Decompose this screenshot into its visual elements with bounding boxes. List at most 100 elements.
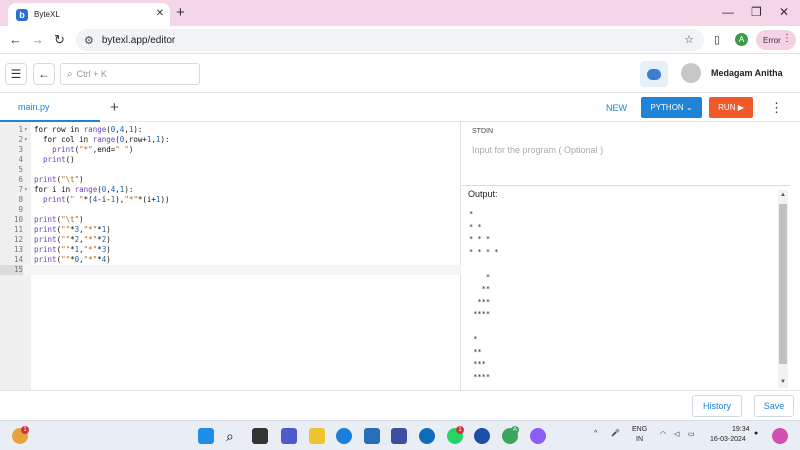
volume-icon[interactable]: ◁ [674, 430, 679, 438]
code-text[interactable]: print("\t") [34, 175, 84, 185]
code-line[interactable]: 4 print() [0, 155, 461, 165]
whatsapp-badge: 1 [456, 426, 464, 434]
output-text: * * * * * * * * * * * ** *** **** * ** *… [469, 210, 499, 381]
error-label: Error [763, 35, 781, 45]
start-icon[interactable] [198, 428, 214, 444]
code-text[interactable]: for row in range(0,4,1): [34, 125, 142, 135]
code-line[interactable]: 5 [0, 165, 461, 175]
code-editor[interactable]: 1 ▾ for row in range(0,4,1): 2 ▾ for col in … [0, 122, 461, 390]
profile-avatar-icon[interactable]: A [735, 33, 748, 46]
new-button[interactable]: NEW [606, 103, 627, 113]
tray-chevron-icon[interactable]: ^ [594, 430, 597, 437]
line-number: 8 [18, 195, 23, 204]
lang-bottom[interactable]: IN [636, 436, 643, 443]
chat-icon[interactable] [640, 61, 668, 87]
code-line[interactable]: 11 print(""*3,"*"*1) [0, 225, 461, 235]
scrollbar-thumb[interactable] [779, 204, 787, 364]
chrome-profile-icon[interactable] [530, 428, 546, 444]
battery-icon[interactable]: ▭ [688, 430, 695, 438]
line-number: 7 [18, 185, 23, 194]
error-pill[interactable]: Error ⋮ [756, 30, 796, 50]
restore-icon[interactable]: ❐ [751, 5, 762, 19]
search-taskbar-icon[interactable]: ⌕ [226, 428, 242, 444]
url-field[interactable]: ⚙ bytexl.app/editor ☆ [76, 29, 704, 51]
user-avatar[interactable] [681, 63, 701, 83]
clock-time[interactable]: 19:34 [732, 426, 750, 433]
tab-title: ByteXL [34, 10, 60, 19]
chrome-badge: A [511, 426, 519, 434]
stdin-input[interactable]: Input for the program ( Optional ) [472, 145, 603, 155]
forward-arrow-icon[interactable]: → [31, 32, 44, 47]
search-input[interactable]: ⌕ Ctrl + K [60, 63, 200, 85]
wifi-icon[interactable]: ◠ [660, 430, 666, 438]
scroll-down-icon[interactable]: ▼ [780, 379, 786, 385]
code-line[interactable]: 6 print("\t") [0, 175, 461, 185]
task-view-icon[interactable] [252, 428, 268, 444]
side-panel-icon[interactable]: ▯ [714, 33, 720, 46]
code-line[interactable]: 8 print(" "*(4-i-1),"*"*(i+1)) [0, 195, 461, 205]
minimize-icon[interactable]: — [722, 5, 734, 19]
microphone-icon[interactable]: 🎤 [611, 429, 620, 437]
add-file-button[interactable]: + [110, 99, 119, 116]
run-button[interactable]: RUN ▶ [709, 97, 753, 118]
code-text[interactable]: print(""*0,"*"*4) [34, 255, 111, 265]
code-line[interactable]: 15 [0, 265, 461, 275]
app-icon[interactable] [391, 428, 407, 444]
browser-tab[interactable]: b ByteXL ✕ [8, 3, 170, 26]
file-tab-main[interactable]: main.py [0, 93, 100, 122]
code-line[interactable]: 9 [0, 205, 461, 215]
code-line[interactable]: 3 print("*",end=" ") [0, 145, 461, 155]
line-number: 14 [13, 255, 23, 264]
bookmark-star-icon[interactable]: ☆ [684, 33, 694, 46]
code-text[interactable]: for i in range(0,4,1): [34, 185, 133, 195]
code-text[interactable]: print("\t") [34, 215, 84, 225]
lang-top[interactable]: ENG [632, 426, 647, 433]
clock-date[interactable]: 16-03-2024 [710, 436, 746, 443]
code-text[interactable]: print(" "*(4-i-1),"*"*(i+1)) [34, 195, 169, 205]
save-button[interactable]: Save [754, 395, 794, 417]
code-line[interactable]: 1 ▾ for row in range(0,4,1): [0, 125, 461, 135]
scroll-up-icon[interactable]: ▲ [780, 192, 786, 198]
code-line[interactable]: 12 print(""*2,"*"*2) [0, 235, 461, 245]
code-line[interactable]: 10 print("\t") [0, 215, 461, 225]
tab-close-icon[interactable]: ✕ [156, 8, 164, 19]
file-explorer-icon[interactable] [309, 428, 325, 444]
code-text[interactable]: print(""*3,"*"*1) [34, 225, 111, 235]
more-options-icon[interactable]: ⋮ [770, 100, 783, 116]
app2-icon[interactable] [419, 428, 435, 444]
line-number: 2 [18, 135, 23, 144]
code-line[interactable]: 13 print(""*1,"*"*3) [0, 245, 461, 255]
back-button[interactable]: ← [33, 63, 55, 85]
store-icon[interactable] [364, 428, 380, 444]
code-text[interactable]: print("*",end=" ") [34, 145, 133, 155]
fold-toggle-icon[interactable]: ▾ [24, 135, 28, 145]
menu-list-icon[interactable]: ☰ [5, 63, 27, 85]
back-arrow-icon[interactable]: ← [9, 32, 22, 47]
notification-bell-icon[interactable]: ● [754, 430, 758, 437]
line-number: 12 [13, 235, 23, 244]
line-number: 1 [18, 125, 23, 134]
copilot-icon[interactable] [772, 428, 788, 444]
browser-menu-icon[interactable]: ⋮ [782, 33, 792, 44]
window-close-icon[interactable]: ✕ [779, 5, 789, 19]
new-tab-button[interactable]: + [176, 4, 185, 21]
language-select[interactable]: PYTHON ⌄ [641, 97, 702, 118]
reload-icon[interactable]: ↻ [54, 32, 65, 48]
teams-icon[interactable] [281, 428, 297, 444]
code-text[interactable]: for col in range(0,row+1,1): [34, 135, 169, 145]
code-line[interactable]: 14 print(""*0,"*"*4) [0, 255, 461, 265]
stdin-panel[interactable]: STDIN Input for the program ( Optional ) [462, 122, 790, 186]
code-text[interactable]: print(""*1,"*"*3) [34, 245, 111, 255]
fold-toggle-icon[interactable]: ▾ [24, 125, 28, 135]
output-scrollbar[interactable]: ▲ ▼ [778, 190, 788, 388]
site-settings-icon[interactable]: ⚙ [84, 34, 94, 47]
code-line[interactable]: 2 ▾ for col in range(0,row+1,1): [0, 135, 461, 145]
code-line[interactable]: 7 ▾ for i in range(0,4,1): [0, 185, 461, 195]
history-button[interactable]: History [692, 395, 742, 417]
fold-toggle-icon[interactable]: ▾ [24, 185, 28, 195]
code-text[interactable]: print(""*2,"*"*2) [34, 235, 111, 245]
line-number: 10 [13, 215, 23, 224]
edge-icon[interactable] [336, 428, 352, 444]
zoom-icon[interactable] [474, 428, 490, 444]
code-text[interactable]: print() [34, 155, 75, 165]
